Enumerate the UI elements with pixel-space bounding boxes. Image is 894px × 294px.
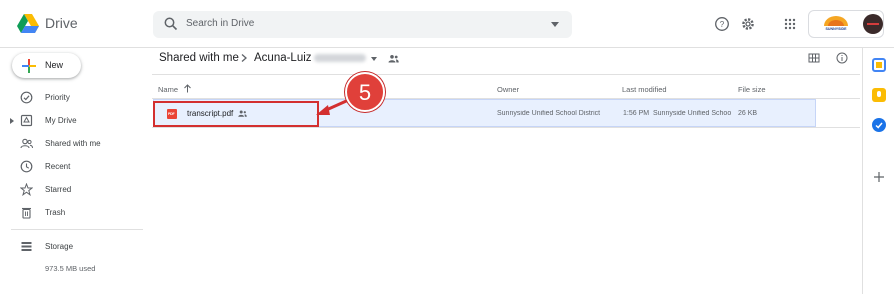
column-header-name[interactable]: Name [158,85,178,94]
search-input[interactable]: Search in Drive [186,18,254,29]
shared-folder-icon [388,55,399,63]
column-header-last-modified[interactable]: Last modified [622,85,667,94]
toolbar-divider [152,74,860,75]
svg-text:SUNNYSIDE: SUNNYSIDE [826,27,848,31]
step-number: 5 [358,80,372,105]
sidebar-item-label: Starred [45,185,72,194]
plus-icon [22,59,36,73]
sidebar-item-label: My Drive [45,116,77,125]
storage-icon [21,242,32,251]
sidebar-item-label: Storage [45,242,74,251]
step-callout: 5 [345,72,385,112]
chevron-right-icon [241,54,247,62]
sort-arrow-up-icon[interactable] [183,84,192,93]
search-options-icon[interactable] [551,22,559,27]
file-modified-time: 1:56 PM [623,110,650,117]
top-bar: Drive Search in Drive ? SUNNYSIDE [0,0,894,48]
keep-icon[interactable] [872,88,886,102]
grid-view-icon[interactable] [808,52,820,64]
sidebar-divider [11,229,143,230]
clock-icon [20,160,33,173]
help-icon[interactable]: ? [714,16,730,32]
svg-text:?: ? [720,20,725,29]
breadcrumb-current-folder[interactable]: Acuna-Luiz [254,52,312,64]
sidebar-item-recent[interactable]: Recent [0,157,150,177]
sidebar-item-shared-with-me[interactable]: Shared with me [0,134,150,154]
star-icon [20,183,33,196]
sidebar-item-label: Priority [45,93,70,102]
avatar[interactable] [863,14,883,34]
trash-icon [22,207,31,219]
sidebar-item-label: Trash [45,208,66,217]
breadcrumb-shared-with-me[interactable]: Shared with me [159,52,239,64]
my-drive-icon [20,114,33,127]
calendar-icon[interactable] [872,58,886,72]
column-header-owner[interactable]: Owner [497,85,519,94]
file-size: 26 KB [738,110,758,117]
sidebar-item-priority[interactable]: Priority [0,88,150,108]
search-icon[interactable] [163,16,179,32]
redacted-text [314,54,366,62]
priority-icon [20,91,33,104]
org-logo: SUNNYSIDE [824,16,848,31]
sidebar-item-trash[interactable]: Trash [0,203,150,223]
settings-icon[interactable] [740,16,756,32]
tasks-icon[interactable] [872,118,886,132]
add-icon[interactable] [872,170,886,184]
sidebar-item-storage[interactable]: Storage [0,237,150,257]
new-button-label: New [45,60,64,70]
shared-with-me-icon [20,138,33,149]
account-switcher[interactable]: SUNNYSIDE [808,10,884,38]
drive-logo-icon[interactable] [17,14,39,34]
expand-arrow-icon[interactable] [10,118,14,124]
file-modified-by: Sunnyside Unified Schoo [653,110,732,117]
sidebar-item-label: Shared with me [45,139,101,148]
search-bar[interactable]: Search in Drive [153,11,572,38]
sidebar-item-starred[interactable]: Starred [0,180,150,200]
checkmark-icon [875,122,883,129]
storage-used-text: 973.5 MB used [45,264,96,273]
file-owner: Sunnyside Unified School District [497,110,601,117]
info-icon[interactable] [836,52,848,64]
sidebar-item-my-drive[interactable]: My Drive [0,111,150,131]
new-button[interactable]: New [12,53,81,78]
app-name[interactable]: Drive [45,15,78,31]
highlight-box [153,101,319,127]
apps-grid-icon[interactable] [782,16,798,32]
side-panel-rail [862,48,894,294]
column-header-file-size[interactable]: File size [738,85,766,94]
row-divider [152,127,860,128]
sidebar-item-label: Recent [45,162,71,171]
folder-menu-icon[interactable] [371,57,377,61]
